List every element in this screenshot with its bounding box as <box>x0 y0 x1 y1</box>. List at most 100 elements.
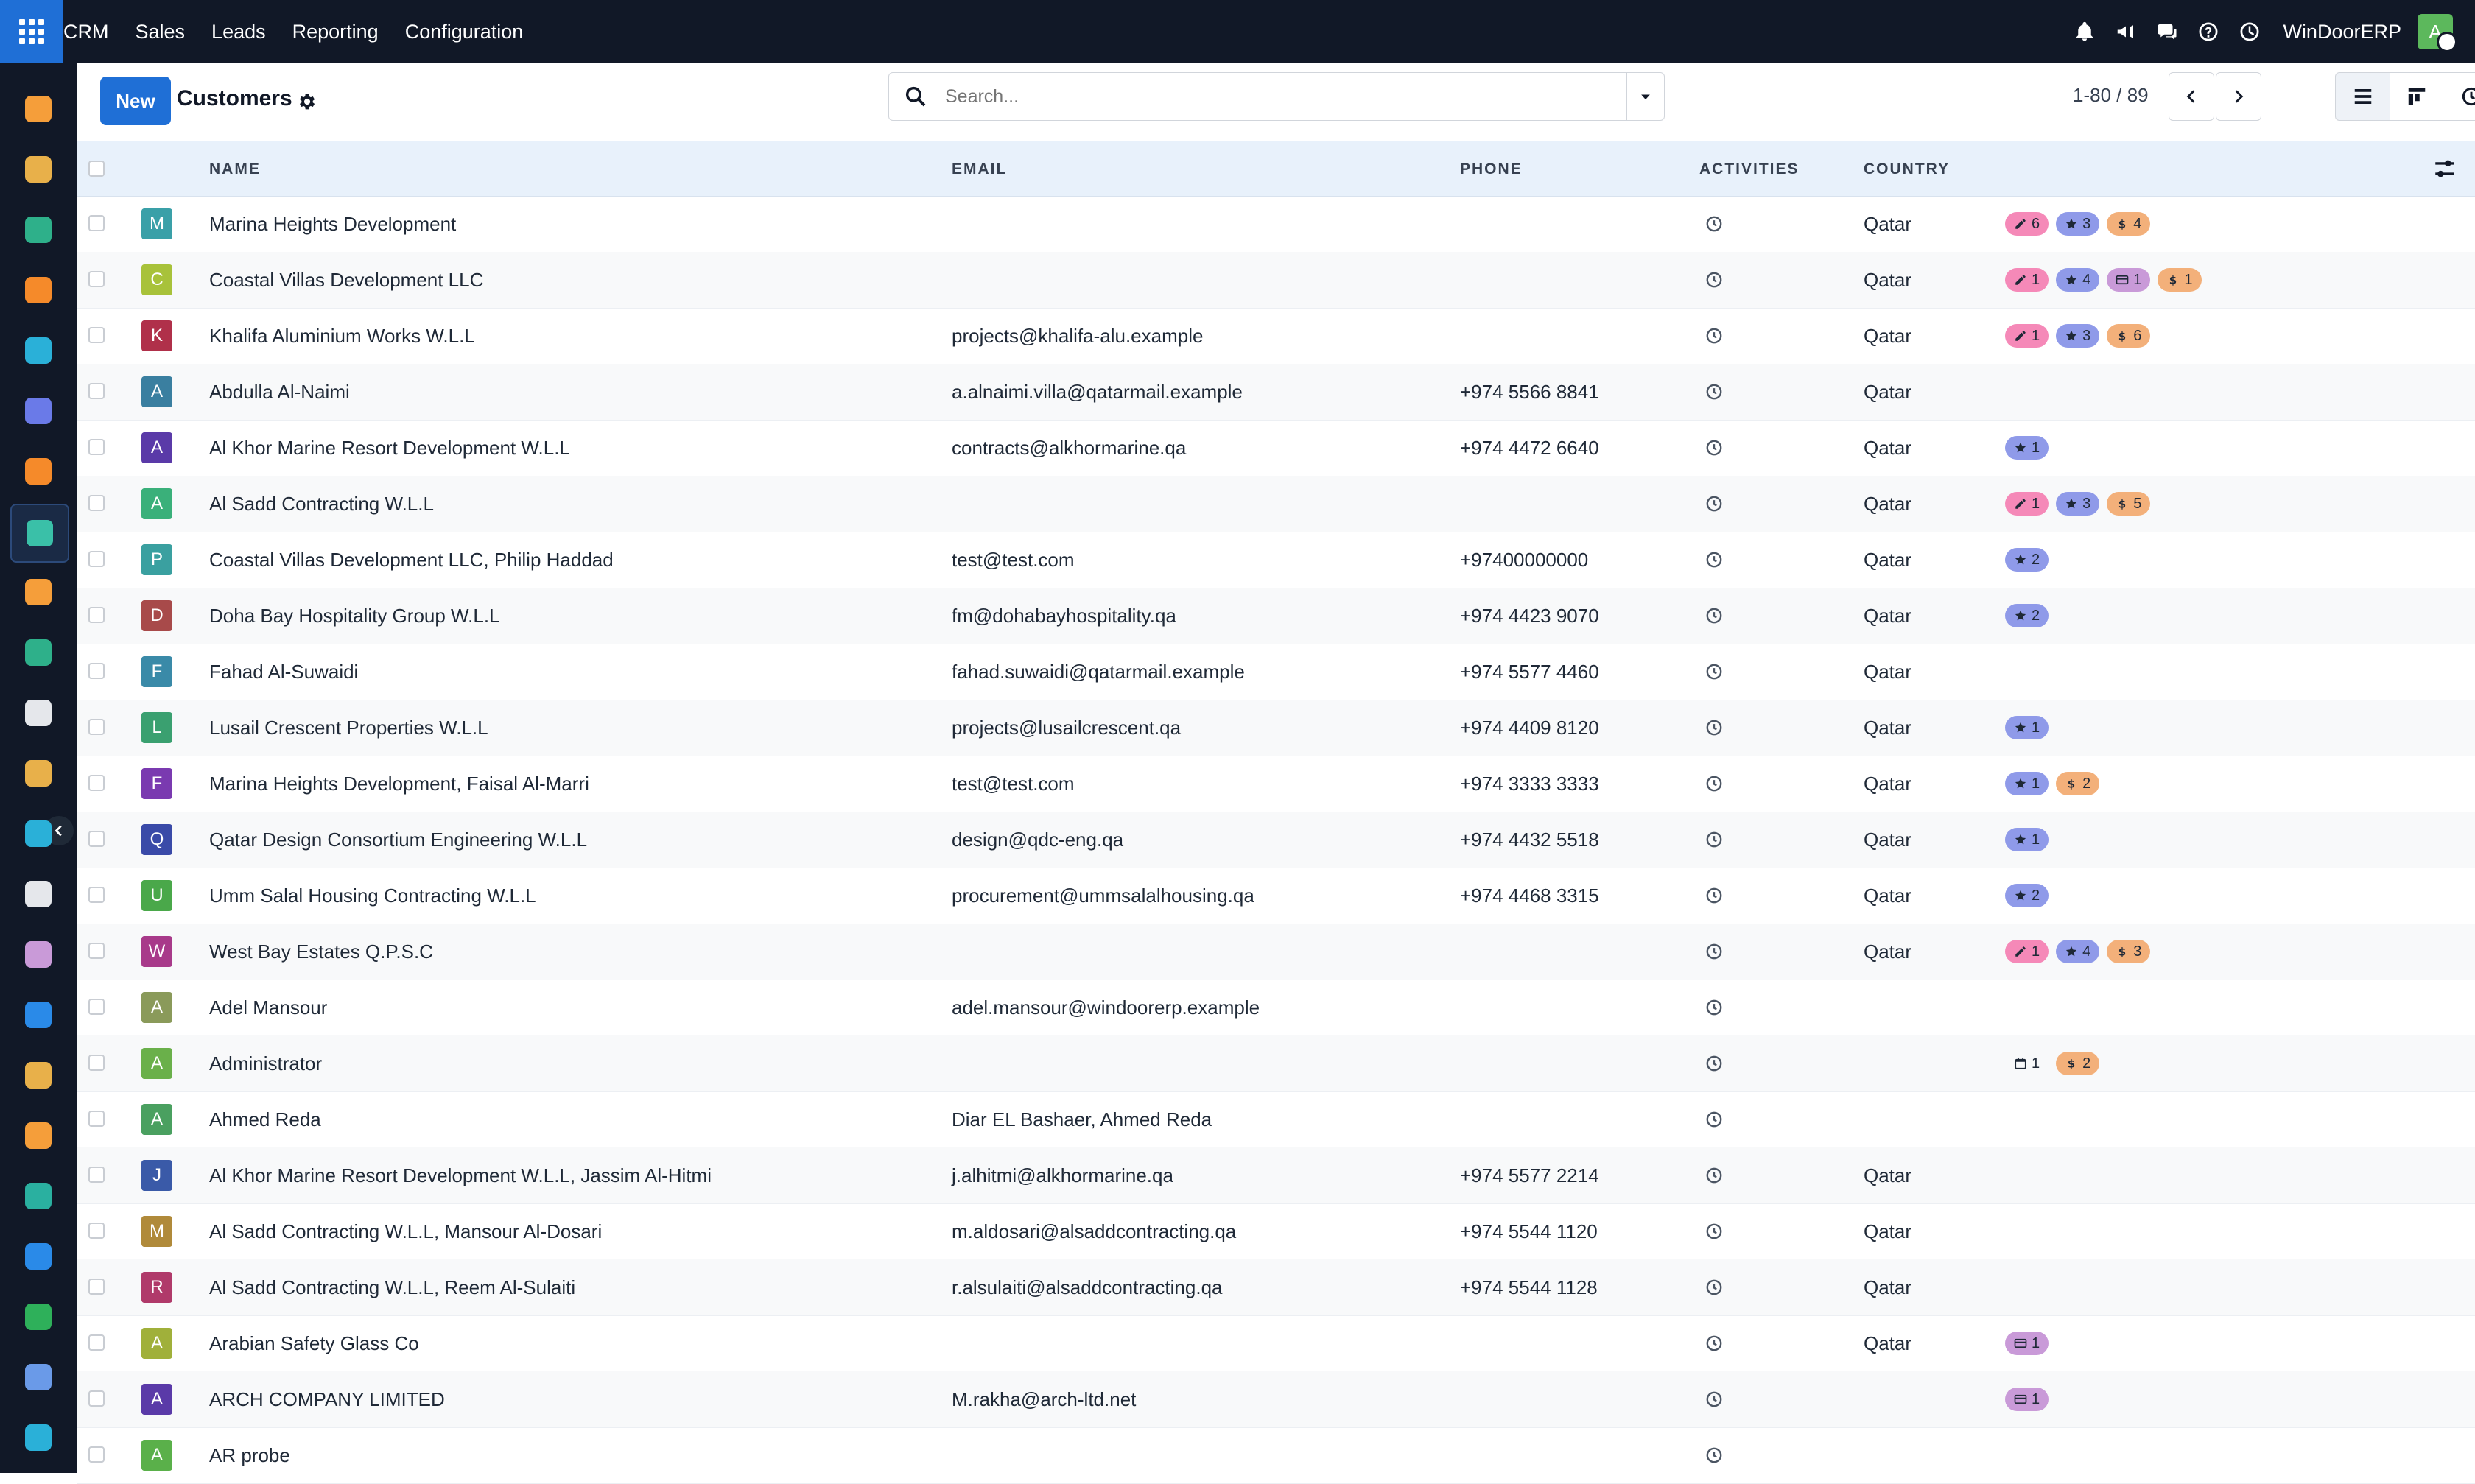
bell-icon[interactable] <box>2072 19 2097 44</box>
menu-item-reporting[interactable]: Reporting <box>292 21 379 43</box>
megaphone-icon[interactable] <box>2113 19 2138 44</box>
pager-next-button[interactable] <box>2216 72 2261 121</box>
menu-item-configuration[interactable]: Configuration <box>405 21 524 43</box>
select-all-checkbox[interactable] <box>88 161 105 177</box>
tag-edit[interactable]: 1 <box>2005 268 2049 292</box>
activity-view-button[interactable] <box>2444 72 2475 121</box>
row-checkbox[interactable] <box>88 495 105 511</box>
row-checkbox[interactable] <box>88 1223 105 1239</box>
table-row[interactable]: C Coastal Villas Development LLC Qatar 1 4 1 $… <box>77 252 2475 309</box>
app-employees-icon[interactable] <box>24 638 53 667</box>
pager-value[interactable]: 1-80 / 89 <box>2073 84 2149 107</box>
tag-edit[interactable]: 1 <box>2005 324 2049 348</box>
new-button[interactable]: New <box>100 77 171 125</box>
menu-item-leads[interactable]: Leads <box>211 21 266 43</box>
app-sign-icon[interactable] <box>24 1181 53 1211</box>
tag-dollar[interactable]: $1 <box>2158 268 2202 292</box>
app-studio-icon[interactable] <box>24 759 53 788</box>
app-sales-icon[interactable] <box>24 94 53 124</box>
row-checkbox[interactable] <box>88 215 105 231</box>
tag-star[interactable]: 1 <box>2005 828 2049 851</box>
app-inventory-icon[interactable] <box>24 698 53 728</box>
table-row[interactable]: A Arabian Safety Glass Co Qatar 1 <box>77 1315 2475 1372</box>
kanban-view-button[interactable] <box>2390 72 2445 121</box>
app-knowledge-icon[interactable] <box>24 879 53 909</box>
table-row[interactable]: Q Qatar Design Consortium Engineering W.L… <box>77 812 2475 868</box>
table-row[interactable]: A Ahmed Reda Diar EL Bashaer, Ahmed Reda <box>77 1091 2475 1148</box>
search-dropdown-toggle[interactable] <box>1626 73 1664 120</box>
tag-dollar[interactable]: $4 <box>2107 212 2151 236</box>
tag-star[interactable]: 3 <box>2056 212 2100 236</box>
tag-star[interactable]: 2 <box>2005 884 2049 907</box>
list-view-button[interactable] <box>2335 72 2391 121</box>
app-dashboard-icon[interactable] <box>24 1242 53 1271</box>
table-row[interactable]: M Al Sadd Contracting W.L.L, Mansour Al-D… <box>77 1203 2475 1260</box>
tag-calendar[interactable]: 1 <box>2005 1052 2049 1075</box>
table-row[interactable]: L Lusail Crescent Properties W.L.L project… <box>77 700 2475 756</box>
table-row[interactable]: A Administrator 1 $2 <box>77 1035 2475 1092</box>
tag-card[interactable]: 1 <box>2005 1388 2049 1411</box>
activity-clock-icon[interactable] <box>1705 1110 1724 1129</box>
company-switcher[interactable]: WinDoorERP <box>2283 21 2401 43</box>
activity-clock-icon[interactable] <box>1705 774 1724 793</box>
row-checkbox[interactable] <box>88 271 105 287</box>
tag-star[interactable]: 4 <box>2056 940 2100 963</box>
activity-clock-icon[interactable] <box>1705 1222 1724 1241</box>
row-checkbox[interactable] <box>88 1334 105 1351</box>
tag-card[interactable]: 1 <box>2107 268 2151 292</box>
row-checkbox[interactable] <box>88 383 105 399</box>
tag-edit[interactable]: 1 <box>2005 940 2049 963</box>
tag-star[interactable]: 1 <box>2005 436 2049 460</box>
table-row[interactable]: A Al Sadd Contracting W.L.L Qatar 1 3 $5 <box>77 476 2475 532</box>
app-product-icon[interactable] <box>24 155 53 184</box>
row-checkbox[interactable] <box>88 439 105 455</box>
activity-clock-icon[interactable] <box>1705 382 1724 401</box>
menu-item-sales[interactable]: Sales <box>136 21 186 43</box>
row-checkbox[interactable] <box>88 607 105 623</box>
activity-clock-icon[interactable] <box>1705 1446 1724 1465</box>
row-checkbox[interactable] <box>88 943 105 959</box>
table-row[interactable]: F Marina Heights Development, Faisal Al-M… <box>77 756 2475 812</box>
table-row[interactable]: F Fahad Al-Suwaidi fahad.suwaidi@qatarmail… <box>77 644 2475 700</box>
table-row[interactable]: A Al Khor Marine Resort Development W.L.L… <box>77 420 2475 477</box>
app-purchase-icon[interactable] <box>24 940 53 969</box>
table-row[interactable]: A AR probe <box>77 1427 2475 1484</box>
tag-star[interactable]: 2 <box>2005 548 2049 572</box>
tag-edit[interactable]: 1 <box>2005 492 2049 516</box>
activity-clock-icon[interactable] <box>1705 942 1724 961</box>
tag-dollar[interactable]: $5 <box>2107 492 2151 516</box>
row-checkbox[interactable] <box>88 551 105 567</box>
row-checkbox[interactable] <box>88 1446 105 1463</box>
optional-columns-icon[interactable] <box>2432 156 2457 181</box>
table-row[interactable]: R Al Sadd Contracting W.L.L, Reem Al-Sula… <box>77 1259 2475 1316</box>
chat-icon[interactable] <box>2155 19 2180 44</box>
search-input[interactable] <box>944 85 1609 108</box>
app-mail-icon[interactable] <box>24 396 53 426</box>
app-crm-icon[interactable] <box>10 504 69 563</box>
pager-previous-button[interactable] <box>2169 72 2214 121</box>
activity-clock-icon[interactable] <box>1705 270 1724 289</box>
menu-brand-crm[interactable]: CRM <box>63 21 109 43</box>
tag-edit[interactable]: 6 <box>2005 212 2049 236</box>
activity-clock-icon[interactable] <box>1705 550 1724 569</box>
row-checkbox[interactable] <box>88 1055 105 1071</box>
app-timesheet-icon[interactable] <box>24 1362 53 1392</box>
activity-clock-icon[interactable] <box>1705 718 1724 737</box>
table-row[interactable]: M Marina Heights Development Qatar 6 3 $4 <box>77 196 2475 253</box>
column-header-phone[interactable]: PHONE <box>1460 161 1523 178</box>
activity-clock-icon[interactable] <box>1705 438 1724 457</box>
tag-star[interactable]: 3 <box>2056 492 2100 516</box>
activity-clock-icon[interactable] <box>1705 830 1724 849</box>
tag-dollar[interactable]: $3 <box>2107 940 2151 963</box>
app-menu-button[interactable] <box>0 0 63 63</box>
app-whatsapp-icon[interactable] <box>24 1302 53 1332</box>
tag-card[interactable]: 1 <box>2005 1332 2049 1355</box>
column-header-email[interactable]: EMAIL <box>952 161 1007 178</box>
app-calendar-icon[interactable] <box>24 1121 53 1150</box>
column-header-country[interactable]: COUNTRY <box>1864 161 1950 178</box>
table-row[interactable]: K Khalifa Aluminium Works W.L.L projects@k… <box>77 308 2475 365</box>
tag-star[interactable]: 2 <box>2005 604 2049 627</box>
activity-clock-icon[interactable] <box>1705 886 1724 905</box>
table-row[interactable]: U Umm Salal Housing Contracting W.L.L proc… <box>77 868 2475 924</box>
activity-clock-icon[interactable] <box>1705 494 1724 513</box>
